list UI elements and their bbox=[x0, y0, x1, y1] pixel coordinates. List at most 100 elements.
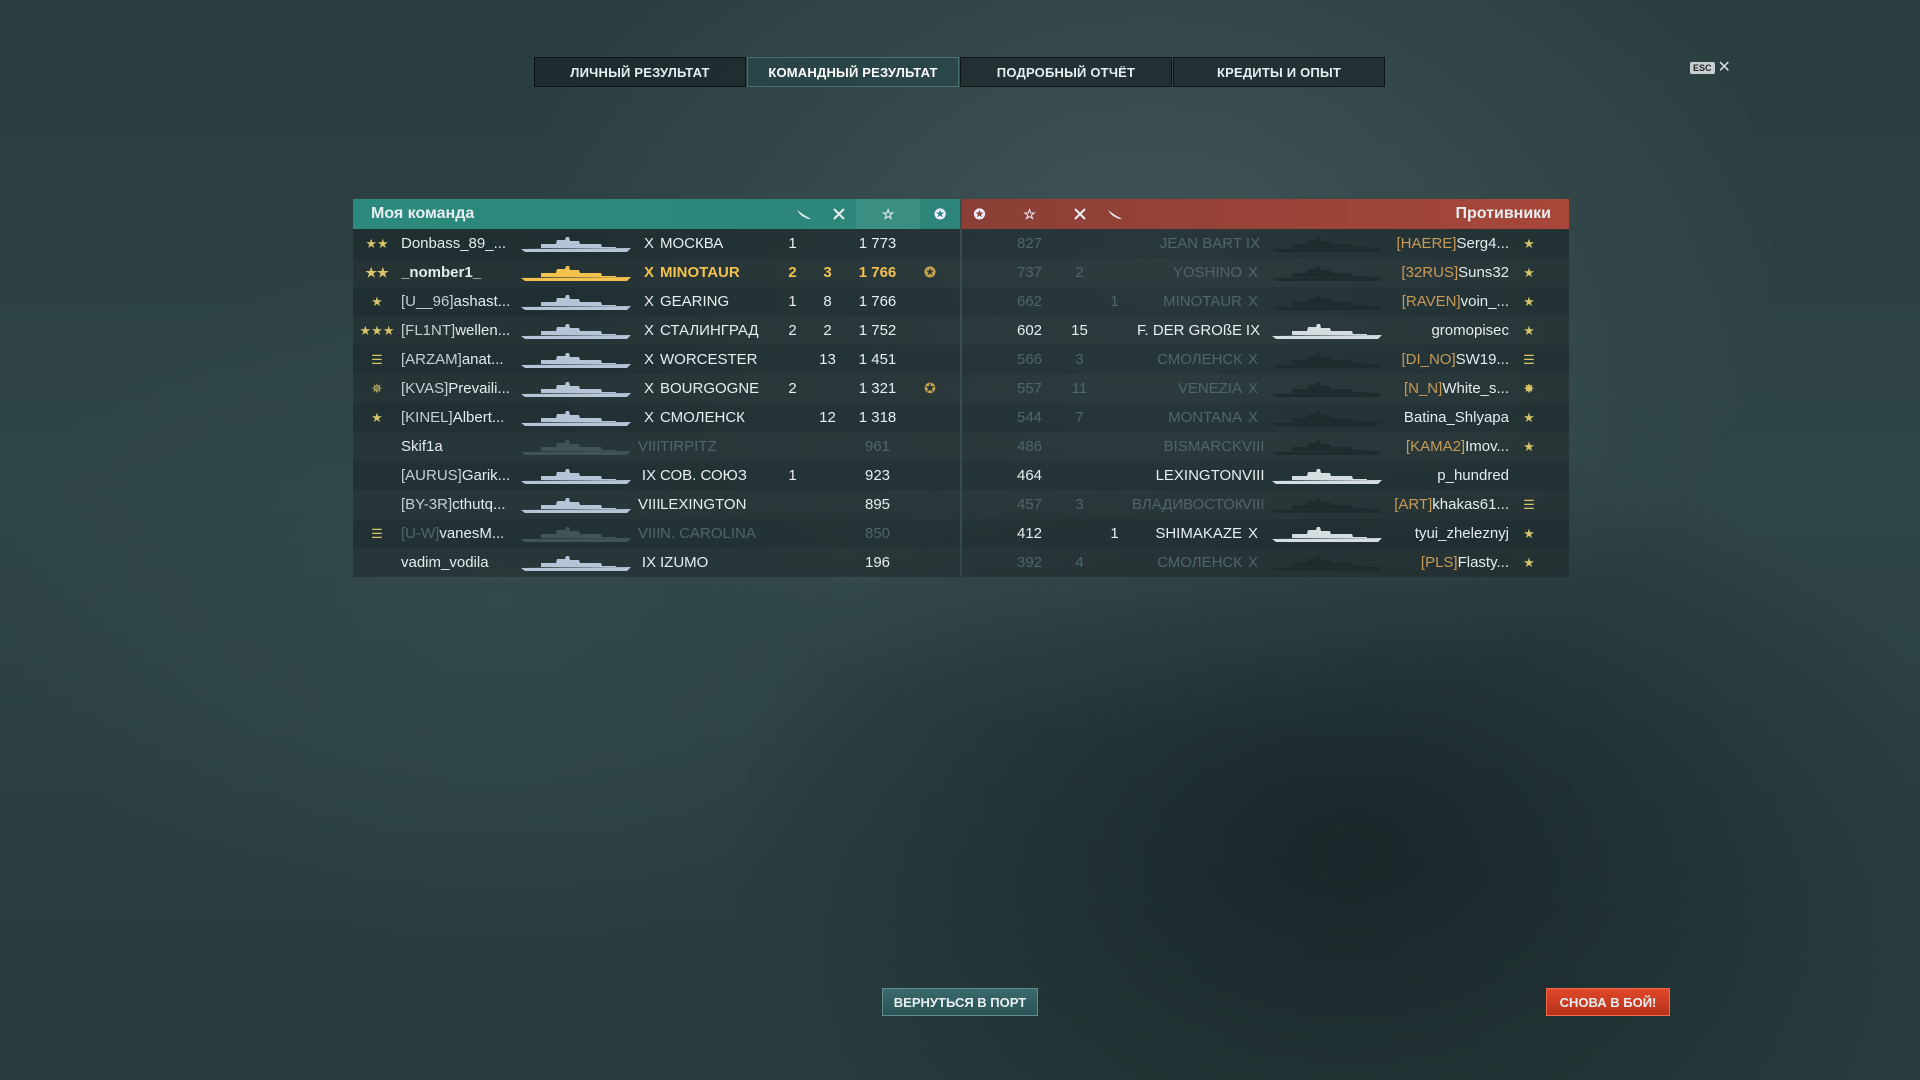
plane-kills: 1 bbox=[788, 293, 797, 310]
ship-name: VENEZIA bbox=[1177, 380, 1242, 397]
player-name: Batina_Shlyapa bbox=[1389, 409, 1509, 426]
enemy-row[interactable]: 602 15 F. DER GROßE IX gromopisec ★ bbox=[962, 316, 1569, 345]
enemy-row[interactable]: 486 BISMARCK VIII [KAMA2]Imov... ★ bbox=[962, 432, 1569, 461]
ship-name: MONTANA bbox=[1168, 409, 1242, 426]
ship-name: SHIMAKAZE bbox=[1155, 525, 1242, 542]
tab-team-result[interactable]: КОМАНДНЫЙ РЕЗУЛЬТАТ bbox=[747, 57, 959, 87]
ship-silhouette-icon bbox=[1264, 235, 1389, 253]
clan-tag: [KVAS] bbox=[401, 380, 449, 397]
rank-icon: ★ bbox=[1523, 293, 1535, 309]
my-team-title: Моя команда bbox=[371, 205, 475, 222]
tab-personal-result[interactable]: ЛИЧНЫЙ РЕЗУЛЬТАТ bbox=[534, 57, 746, 87]
enemy-row[interactable]: 457 3 ВЛАДИВОСТОК VIII [ART]khakas61... ☰ bbox=[962, 490, 1569, 519]
player-name: _nomber1_ bbox=[401, 264, 513, 281]
enemy-row[interactable]: 544 7 MONTANA X Batina_Shlyapa ★ bbox=[962, 403, 1569, 432]
clan-tag: [FL1NT] bbox=[401, 322, 456, 339]
ship-name: JEAN BART bbox=[1159, 235, 1242, 252]
ship-tier: X bbox=[1247, 525, 1258, 542]
base-xp: 1 766 bbox=[858, 293, 897, 310]
enemy-row[interactable]: 412 1 SHIMAKAZE Xtyui_zheleznyj ★ bbox=[962, 519, 1569, 548]
enemy-row[interactable]: 464 LEXINGTON VIII p_hundred bbox=[962, 461, 1569, 490]
rank-icon: ★ bbox=[1523, 264, 1535, 280]
rank-icon: ★★ bbox=[365, 264, 389, 280]
base-xp: 961 bbox=[864, 438, 891, 455]
enemy-row[interactable]: 827 JEAN BART IX [HAERE]Serg4... ★ bbox=[962, 229, 1569, 258]
rank-icon: ★ bbox=[1523, 235, 1535, 251]
close-icon: ✕ bbox=[1717, 59, 1731, 76]
enemy-row[interactable]: 737 2 YOSHINO X [32RUS]Suns32 ★ bbox=[962, 258, 1569, 287]
team-row[interactable]: ☰ [ARZAM]anat... X WORCESTER 13 1 451 bbox=[353, 345, 960, 374]
rank-icon: ☰ bbox=[371, 525, 383, 541]
crossed-swords-icon bbox=[1062, 199, 1097, 229]
close-button[interactable]: ESC ✕ bbox=[1690, 59, 1731, 76]
plane-icon bbox=[786, 199, 821, 229]
ship-name: MINOTAUR bbox=[660, 264, 740, 281]
return-to-port-button[interactable]: ВЕРНУТЬСЯ В ПОРТ bbox=[882, 988, 1038, 1016]
team-row[interactable]: ★ [U__96]ashast... X GEARING 1 8 1 766 bbox=[353, 287, 960, 316]
ship-silhouette-icon bbox=[1264, 496, 1389, 514]
player-nick: khakas61... bbox=[1432, 496, 1509, 513]
team-row[interactable]: ★★★ [FL1NT]wellen... X СТАЛИНГРАД 2 2 1 752 bbox=[353, 316, 960, 345]
medal-icon: ✪ bbox=[924, 380, 936, 396]
plane-kills: 2 bbox=[788, 380, 797, 397]
player-name: [ARZAM]anat... bbox=[401, 351, 513, 368]
ship-name: MINOTAUR bbox=[1163, 293, 1242, 310]
team-row[interactable]: ✵ [KVAS]Prevaili... X BOURGOGNE 2 1 321 ✪ bbox=[353, 374, 960, 403]
ship-tier: VIII bbox=[638, 525, 660, 542]
ship-tier: IX bbox=[641, 554, 657, 571]
enemy-row[interactable]: 557 11 VENEZIA X [N_N]White_s... ✸ bbox=[962, 374, 1569, 403]
ship-tier: X bbox=[1247, 554, 1258, 571]
team-row[interactable]: ★ [KINEL]Albert... X СМОЛЕНСК 12 1 318 bbox=[353, 403, 960, 432]
team-row[interactable]: [AURUS]Garik... IX СОВ. СОЮЗ 1 923 bbox=[353, 461, 960, 490]
base-xp: 737 bbox=[1016, 264, 1043, 281]
tab-credits-exp[interactable]: КРЕДИТЫ И ОПЫТ bbox=[1173, 57, 1385, 87]
rank-icon: ★ bbox=[1523, 554, 1535, 570]
team-row[interactable]: Skif1a VIII TIRPITZ 961 bbox=[353, 432, 960, 461]
star-icon: ☆ bbox=[855, 199, 921, 229]
player-name: p_hundred bbox=[1389, 467, 1509, 484]
ship-kills: 8 bbox=[823, 293, 832, 310]
clan-tag: [RAVEN] bbox=[1401, 293, 1461, 310]
ship-tier: VIII bbox=[1242, 438, 1264, 455]
ship-silhouette-icon bbox=[1264, 380, 1389, 398]
ship-silhouette-icon bbox=[1264, 438, 1389, 456]
ship-tier: VIII bbox=[1242, 496, 1264, 513]
ship-tier: VIII bbox=[638, 438, 660, 455]
player-nick: wellen... bbox=[455, 322, 511, 339]
team-row[interactable]: ☰ [U-W]vanesM... VIII N. CAROLINA 850 bbox=[353, 519, 960, 548]
team-row[interactable]: ★★ _nomber1_ X MINOTAUR 2 3 1 766 ✪ bbox=[353, 258, 960, 287]
tab-detailed-report[interactable]: ПОДРОБНЫЙ ОТЧЁТ bbox=[960, 57, 1172, 87]
enemy-row[interactable]: 662 1 MINOTAUR X [RAVEN]voin_... ★ bbox=[962, 287, 1569, 316]
ship-silhouette-icon bbox=[1264, 293, 1389, 311]
ship-tier: VIII bbox=[638, 496, 660, 513]
ship-name: BISMARCK bbox=[1163, 438, 1242, 455]
ship-tier: X bbox=[643, 322, 654, 339]
rank-icon: ★★ bbox=[365, 235, 389, 251]
enemy-row[interactable]: 392 4 СМОЛЕНСК X [PLS]Flasty... ★ bbox=[962, 548, 1569, 577]
ship-kills: 2 bbox=[823, 322, 832, 339]
player-nick: voin_... bbox=[1460, 293, 1509, 310]
base-xp: 464 bbox=[1016, 467, 1043, 484]
ship-tier: X bbox=[1247, 264, 1258, 281]
rank-icon: ☰ bbox=[1523, 351, 1535, 367]
ship-name: СМОЛЕНСК bbox=[1157, 351, 1242, 368]
player-nick: Flasty... bbox=[1457, 554, 1509, 571]
base-xp: 412 bbox=[1016, 525, 1043, 542]
enemy-team-panel: ✪ ☆ Противники 827 JEAN BART IX [HAERE]Serg… bbox=[962, 199, 1569, 577]
team-row[interactable]: ★★ Donbass_89_... X МОСКВА 1 1 773 bbox=[353, 229, 960, 258]
ship-kills: 4 bbox=[1075, 554, 1084, 571]
team-row[interactable]: vadim_vodila IX IZUMO 196 bbox=[353, 548, 960, 577]
my-team-rows: ★★ Donbass_89_... X МОСКВА 1 1 773 ★★ _nomber1_… bbox=[353, 229, 960, 577]
ship-tier: X bbox=[643, 293, 654, 310]
player-nick: cthutq... bbox=[452, 496, 506, 513]
my-team-panel: Моя команда ☆ ✪ ★★ Donbass_89_... X МОСКВА 1… bbox=[353, 199, 960, 577]
clan-tag: [U-W] bbox=[401, 525, 440, 542]
ship-name: TIRPITZ bbox=[660, 438, 717, 455]
player-name: [ART]khakas61... bbox=[1389, 496, 1509, 513]
battle-again-button[interactable]: СНОВА В БОЙ! bbox=[1546, 988, 1670, 1016]
enemy-row[interactable]: 566 3 СМОЛЕНСК X [DI_NO]SW19... ☰ bbox=[962, 345, 1569, 374]
team-row[interactable]: [BY-3R]cthutq... VIII LEXINGTON 895 bbox=[353, 490, 960, 519]
rank-icon: ★ bbox=[1523, 438, 1535, 454]
ship-tier: IX bbox=[641, 467, 657, 484]
rank-icon: ★ bbox=[1523, 409, 1535, 425]
